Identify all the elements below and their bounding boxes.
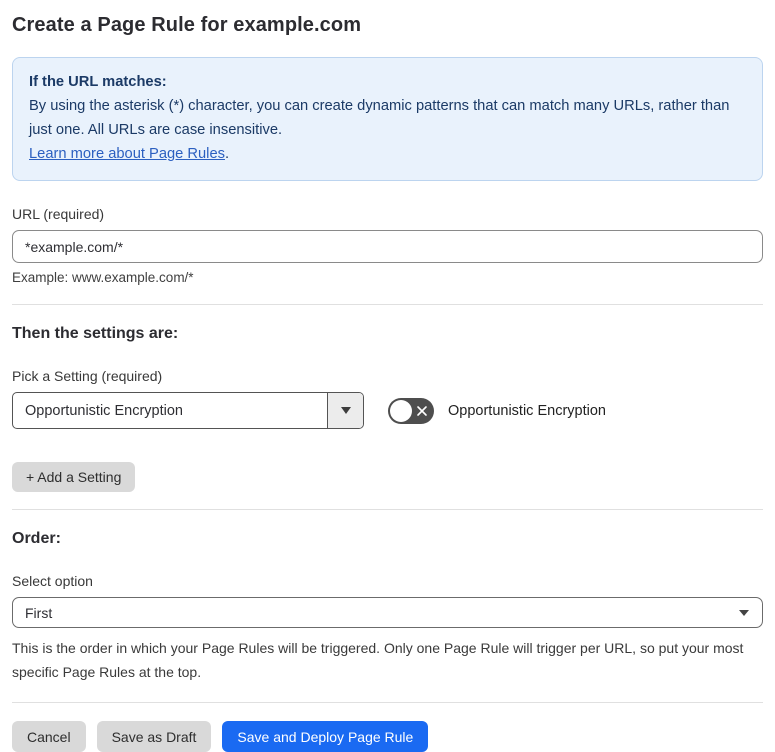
add-setting-button[interactable]: + Add a Setting (12, 462, 136, 492)
order-section-heading: Order: (12, 530, 61, 547)
url-field-label: URL (required) (12, 206, 105, 222)
link-suffix: . (224, 146, 230, 162)
divider (12, 304, 763, 305)
info-box-link-line: Learn more about Page Rules. (29, 142, 746, 166)
divider (12, 509, 763, 510)
setting-toggle-group: Opportunistic Encryption (388, 397, 606, 424)
divider (12, 702, 763, 703)
toggle-label: Opportunistic Encryption (448, 402, 606, 419)
setting-picker-row: Opportunistic Encryption Opportunistic E… (12, 392, 763, 429)
toggle-knob (390, 399, 412, 422)
url-example-helper: Example: www.example.com/* (12, 270, 194, 285)
save-deploy-button[interactable]: Save and Deploy Page Rule (222, 721, 429, 752)
pick-setting-label: Pick a Setting (required) (12, 368, 163, 384)
url-matches-info-box: If the URL matches: By using the asteris… (12, 57, 763, 181)
settings-section-heading: Then the settings are: (12, 325, 179, 342)
order-helper-text: This is the order in which your Page Rul… (12, 640, 744, 680)
save-draft-button[interactable]: Save as Draft (96, 721, 212, 752)
page-title: Create a Page Rule for example.com (12, 14, 362, 36)
learn-more-link[interactable]: Learn more about Page Rules (29, 146, 225, 162)
opportunistic-encryption-toggle[interactable] (388, 397, 434, 424)
order-select-label: Select option (12, 573, 93, 589)
create-page-rule-form: Create a Page Rule for example.com If th… (0, 0, 775, 752)
setting-dropdown-button[interactable] (327, 393, 363, 428)
setting-dropdown-value: Opportunistic Encryption (25, 402, 183, 419)
info-box-body: By using the asterisk (*) character, you… (29, 98, 730, 138)
caret-down-icon (340, 407, 351, 414)
info-box-heading: If the URL matches: (29, 74, 167, 90)
setting-dropdown[interactable]: Opportunistic Encryption (12, 392, 364, 429)
url-input[interactable] (12, 230, 763, 263)
order-select[interactable]: First (12, 597, 763, 628)
x-icon (416, 405, 428, 417)
cancel-button[interactable]: Cancel (12, 721, 86, 752)
order-select-value: First (25, 604, 53, 621)
caret-down-icon (739, 609, 749, 616)
footer-actions: Cancel Save as Draft Save and Deploy Pag… (12, 721, 763, 752)
